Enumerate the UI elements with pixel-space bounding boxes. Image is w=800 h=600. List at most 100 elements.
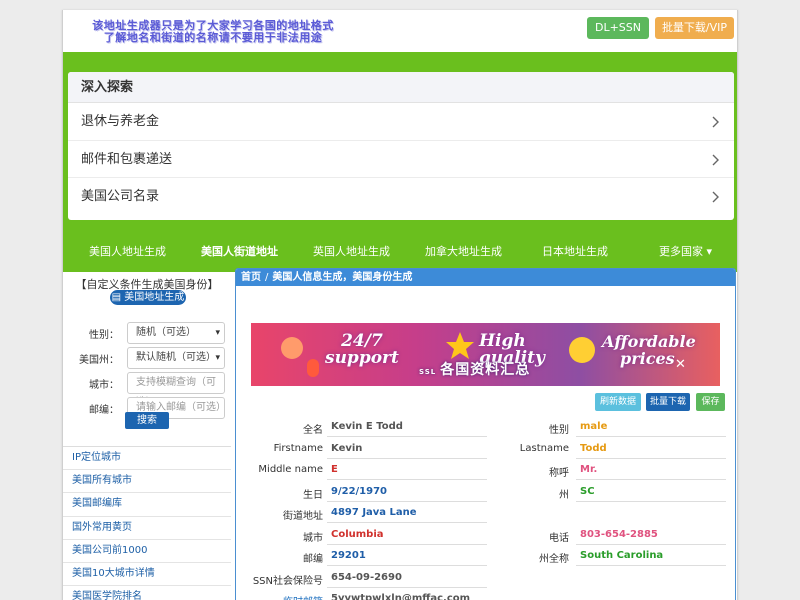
- breadcrumb-home[interactable]: 首页: [241, 272, 261, 283]
- sidebar-link-top-cities[interactable]: 美国10大城市详情: [63, 562, 231, 587]
- dl-ssn-button[interactable]: DL+SSN: [587, 17, 649, 39]
- field-value: 9/22/1970: [331, 485, 388, 497]
- close-icon[interactable]: ✕: [675, 357, 686, 372]
- field-value: Kevin: [331, 442, 363, 454]
- field-label: 城市: [303, 532, 323, 544]
- nav-item-uk-address[interactable]: 英国人地址生成: [313, 242, 390, 262]
- us-address-badge[interactable]: ▤ 美国地址生成: [110, 290, 186, 305]
- row-divider: [576, 457, 726, 459]
- info-row: Middle name E 称呼 Mr.: [236, 460, 735, 482]
- explore-item-label: 美国公司名录: [81, 189, 160, 205]
- field-label: 临时邮箱: [283, 593, 323, 600]
- info-row: 街道地址 4897 Java Lane: [236, 503, 735, 525]
- field-value: SC: [580, 485, 595, 497]
- field-value: Todd: [580, 442, 607, 454]
- field-value: South Carolina: [580, 550, 664, 561]
- row-divider: [327, 436, 487, 437]
- banner-overlay-label: 各国资料汇总: [440, 362, 531, 378]
- site-notice: 该地址生成器只是为了大家学习各国的地址格式 了解地名和街道的名称请不要用于非法用…: [63, 20, 363, 44]
- nav-item-us-address[interactable]: 美国人地址生成: [89, 242, 166, 262]
- identity-info: 全名 Kevin E Todd 性别 male Firstname Kevin Lastna…: [236, 417, 735, 600]
- gender-select[interactable]: 随机（可选） ▾: [127, 322, 225, 344]
- field-value: Kevin E Todd: [331, 421, 403, 432]
- row-divider: [576, 565, 726, 566]
- sidebar-links: IP定位城市 美国所有城市 美国邮编库 国外常用黄页 美国公司前1000 美国1…: [63, 446, 231, 600]
- explore-item-mail[interactable]: 邮件和包裹递送: [68, 141, 734, 179]
- banner-support-line2: support: [325, 348, 399, 368]
- nav-item-canada-address[interactable]: 加拿大地址生成: [425, 242, 502, 262]
- sidebar-link-top-companies[interactable]: 美国公司前1000: [63, 539, 231, 563]
- chevron-down-icon: ▾: [215, 353, 220, 363]
- chat-bubble-icon: [281, 337, 303, 359]
- sidebar: 【自定义条件生成美国身份】 ▤ 美国地址生成 性别： 随机（可选） ▾ 美国州： …: [63, 272, 231, 600]
- field-label: 电话: [549, 532, 569, 544]
- coin-icon: [569, 337, 595, 363]
- nav-item-japan-address[interactable]: 日本地址生成: [542, 242, 608, 262]
- rocket-icon: [307, 359, 319, 377]
- info-row: 临时邮箱 5yywtpwlxln@mffac.com: [236, 589, 735, 600]
- row-divider: [576, 479, 726, 480]
- chevron-down-icon: ▾: [215, 328, 220, 338]
- field-label: 州全称: [539, 554, 569, 565]
- row-divider: [327, 457, 487, 459]
- field-label: 性别: [549, 425, 569, 436]
- banner-prices-line1: Affordable: [602, 332, 696, 351]
- banner-ssl-label: SSL: [419, 368, 437, 376]
- row-divider: [327, 522, 487, 523]
- sidebar-link-yellow-pages[interactable]: 国外常用黄页: [63, 516, 231, 540]
- row-divider: [576, 436, 726, 437]
- city-input[interactable]: 支持模糊查询（可选）: [127, 372, 225, 408]
- row-divider: [327, 565, 487, 566]
- city-row: 城市： 支持模糊查询（可选）: [63, 372, 231, 408]
- field-label: 生日: [303, 489, 323, 501]
- field-value: 29201: [331, 550, 366, 561]
- nav-item-more-countries[interactable]: 更多国家 ▾: [659, 242, 712, 262]
- chevron-right-icon: [712, 103, 720, 128]
- ad-banner[interactable]: 24/7 support High quality Affordable prices…: [251, 323, 720, 386]
- sidebar-link-zip-db[interactable]: 美国邮编库: [63, 493, 231, 517]
- explore-item-retirement[interactable]: 退休与养老金: [68, 103, 734, 141]
- star-icon: [445, 331, 475, 361]
- info-row: SSN社会保险号 654-09-2690: [236, 568, 735, 590]
- save-button[interactable]: 保存: [696, 393, 725, 411]
- explore-item-label: 邮件和包裹递送: [81, 151, 173, 167]
- info-row: 生日 9/22/1970 州 SC: [236, 482, 735, 504]
- header: 该地址生成器只是为了大家学习各国的地址格式 了解地名和街道的名称请不要用于非法用…: [63, 10, 737, 52]
- identity-panel: 首页 / 美国人信息生成，美国身份生成 24/7 support High qualit…: [235, 268, 736, 600]
- sidebar-link-all-cities[interactable]: 美国所有城市: [63, 470, 231, 494]
- refresh-data-button[interactable]: 刷新数据: [595, 393, 641, 411]
- sidebar-link-medical-schools[interactable]: 美国医学院排名: [63, 586, 231, 600]
- field-label: 街道地址: [283, 511, 323, 522]
- batch-download-vip-button[interactable]: 批量下载/VIP: [655, 17, 734, 39]
- chevron-right-icon: [712, 141, 720, 166]
- explore-item-label: 退休与养老金: [81, 114, 160, 129]
- info-row: 城市 Columbia 电话 803-654-2885: [236, 525, 735, 547]
- breadcrumb: 首页 / 美国人信息生成，美国身份生成: [236, 269, 735, 286]
- state-row: 美国州： 默认随机（可选） ▾: [63, 347, 231, 369]
- row-divider: [576, 500, 726, 502]
- notice-line-1: 该地址生成器只是为了大家学习各国的地址格式: [92, 20, 334, 32]
- field-label: 全名: [303, 425, 323, 436]
- banner-support-text: 24/7 support: [325, 333, 399, 367]
- info-row: 全名 Kevin E Todd 性别 male: [236, 417, 735, 439]
- field-label: 邮编: [303, 554, 323, 565]
- field-value: 4897 Java Lane: [331, 507, 417, 518]
- batch-download-button[interactable]: 批量下载: [646, 393, 690, 411]
- field-label: Lastname: [519, 442, 569, 454]
- search-button[interactable]: 搜索: [125, 412, 169, 429]
- field-value: male: [580, 421, 608, 432]
- gender-select-value: 随机（可选）: [136, 327, 196, 338]
- field-label: Firstname: [273, 442, 323, 454]
- state-select[interactable]: 默认随机（可选） ▾: [127, 347, 225, 369]
- explore-panel: 深入探索 退休与养老金 邮件和包裹递送 美国公司名录: [68, 72, 734, 220]
- page-frame: 该地址生成器只是为了大家学习各国的地址格式 了解地名和街道的名称请不要用于非法用…: [62, 10, 738, 600]
- row-divider: [327, 543, 487, 545]
- nav-item-us-street[interactable]: 美国人街道地址: [201, 242, 278, 262]
- zip-label: 邮编：: [89, 405, 119, 416]
- field-value: 803-654-2885: [580, 528, 658, 540]
- notice-line-2: 了解地名和街道的名称请不要用于非法用途: [103, 32, 323, 44]
- explore-title: 深入探索: [68, 72, 734, 103]
- row-divider: [327, 500, 487, 502]
- sidebar-link-ip-locate[interactable]: IP定位城市: [63, 447, 231, 471]
- explore-item-companies[interactable]: 美国公司名录: [68, 178, 734, 216]
